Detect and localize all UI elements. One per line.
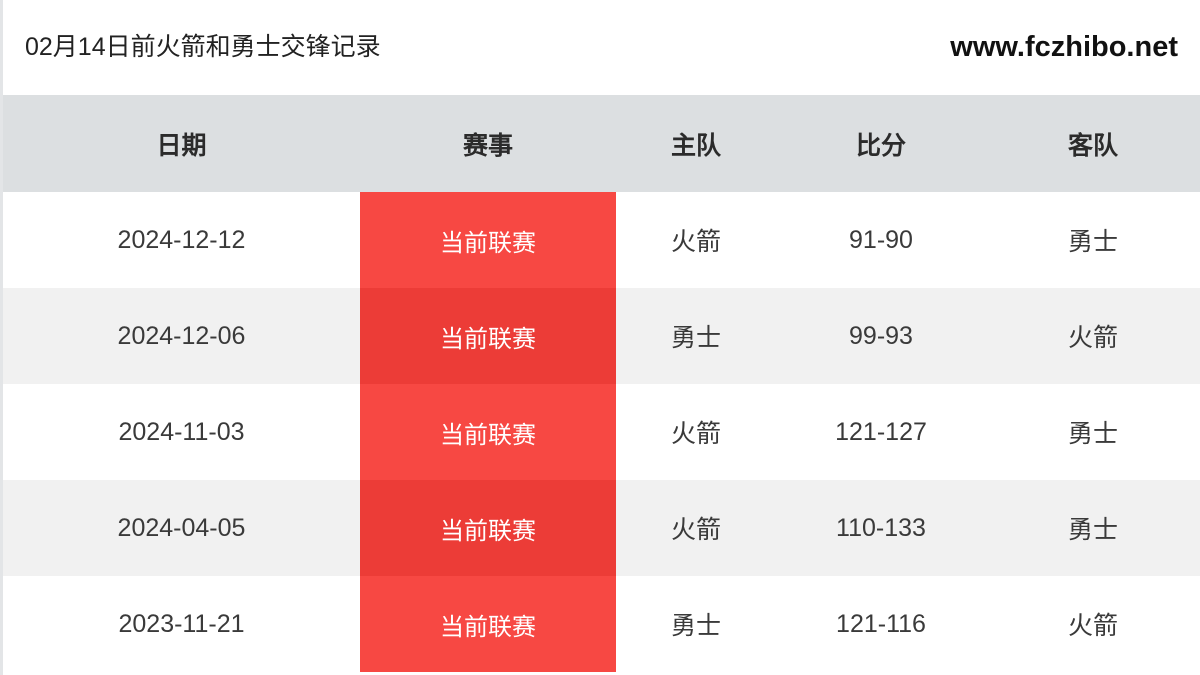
cell-score: 121-127 [835,417,927,446]
site-url-watermark: www.fczhibo.net [950,31,1178,63]
cell-home-team: 火箭 [670,228,721,256]
table-row[interactable]: 2024-11-03 当前联赛 火箭 121-127 勇士 [3,384,1200,480]
cell-away-team: 火箭 [1067,324,1118,352]
cell-away-team: 勇士 [1067,420,1118,448]
cell-competition: 当前联赛 [360,480,616,576]
cell-score: 91-90 [849,225,913,254]
cell-away-team: 勇士 [1067,228,1118,256]
cell-home-team: 火箭 [670,516,721,544]
match-history-table: 日期 赛事 主队 比分 客队 2024-12-12 当前联赛 火箭 91-90 … [3,95,1200,675]
cell-date: 2024-12-06 [117,321,246,350]
cell-date: 2024-12-12 [117,225,246,254]
column-header-score: 比分 [855,131,906,160]
cell-home-team: 火箭 [670,420,721,448]
column-header-home-team: 主队 [670,131,721,160]
table-header-row: 日期 赛事 主队 比分 客队 [3,95,1200,192]
cell-date: 2023-11-21 [118,609,245,638]
cell-home-team: 勇士 [670,612,721,640]
cell-away-team: 火箭 [1067,612,1118,640]
table-row[interactable]: 2023-11-21 当前联赛 勇士 121-116 火箭 [3,576,1200,672]
cell-score: 110-133 [836,513,926,542]
cell-competition: 当前联赛 [360,576,616,672]
cell-competition: 当前联赛 [360,384,616,480]
cell-competition: 当前联赛 [360,192,616,288]
table-row[interactable]: 2024-12-06 当前联赛 勇士 99-93 火箭 [3,288,1200,384]
cell-score: 121-116 [836,609,926,638]
column-header-away-team: 客队 [1067,131,1118,160]
cell-competition: 当前联赛 [360,288,616,384]
cell-date: 2024-11-03 [118,417,245,446]
table-row[interactable]: 2024-12-12 当前联赛 火箭 91-90 勇士 [3,192,1200,288]
page-title: 02月14日前火箭和勇士交锋记录 [25,33,381,61]
cell-date: 2024-04-05 [117,513,246,542]
cell-away-team: 勇士 [1067,516,1118,544]
column-header-competition: 赛事 [462,131,513,160]
cell-home-team: 勇士 [670,324,721,352]
cell-score: 99-93 [849,321,913,350]
column-header-date: 日期 [156,131,207,160]
page-header: 02月14日前火箭和勇士交锋记录 www.fczhibo.net [3,0,1200,95]
match-history-page: 02月14日前火箭和勇士交锋记录 www.fczhibo.net 日期 赛事 主… [0,0,1200,675]
table-row[interactable]: 2024-04-05 当前联赛 火箭 110-133 勇士 [3,480,1200,576]
